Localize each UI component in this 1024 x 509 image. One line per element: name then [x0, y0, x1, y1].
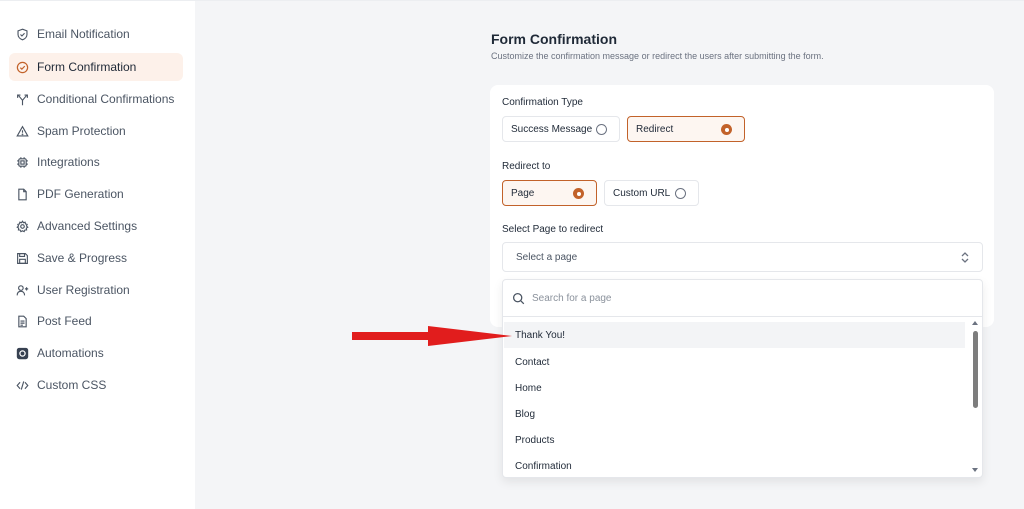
- page-title: Form Confirmation: [491, 31, 617, 47]
- sidebar-item-label: Form Confirmation: [37, 60, 137, 74]
- sidebar-item-label: Email Notification: [37, 27, 130, 41]
- page-dropdown: Thank You! Contact Home Blog Products Co…: [502, 279, 983, 478]
- dropdown-option[interactable]: Contact: [504, 349, 965, 375]
- dropdown-option[interactable]: Thank You!: [504, 322, 965, 348]
- sidebar-item-label: Conditional Confirmations: [37, 92, 175, 106]
- dropdown-scrollbar-thumb[interactable]: [973, 331, 978, 408]
- floppy-disk-icon: [16, 252, 29, 265]
- dropdown-option[interactable]: Home: [504, 375, 965, 401]
- gear-icon: [16, 219, 29, 233]
- annotation-arrow-icon: [352, 326, 512, 346]
- shield-check-icon: [16, 28, 29, 41]
- select-placeholder: Select a page: [516, 251, 578, 263]
- user-plus-icon: [16, 284, 29, 297]
- dropdown-search: [503, 280, 982, 317]
- search-input[interactable]: [532, 292, 932, 304]
- automation-icon: [16, 347, 29, 360]
- sidebar-item-user-registration[interactable]: User Registration: [9, 276, 183, 304]
- sidebar-item-label: Integrations: [37, 155, 100, 169]
- sidebar-item-label: Post Feed: [37, 314, 92, 328]
- sidebar-item-save-progress[interactable]: Save & Progress: [9, 244, 183, 272]
- chip-icon: [16, 156, 29, 169]
- split-arrows-icon: [16, 93, 29, 106]
- chevron-up-down-icon: [961, 252, 969, 263]
- sidebar-item-label: User Registration: [37, 283, 130, 297]
- sidebar-item-post-feed[interactable]: Post Feed: [9, 307, 183, 335]
- dropdown-option[interactable]: Products: [504, 427, 965, 453]
- sidebar-item-label: Automations: [37, 346, 104, 360]
- success-message-option[interactable]: Success Message: [502, 116, 620, 142]
- redirect-option[interactable]: Redirect: [627, 116, 745, 142]
- check-circle-icon: [16, 61, 29, 74]
- option-label: Custom URL: [613, 187, 671, 199]
- option-label: Redirect: [636, 123, 674, 135]
- sidebar-item-pdf-generation[interactable]: PDF Generation: [9, 180, 183, 208]
- scroll-up-arrow-icon[interactable]: [972, 321, 978, 325]
- page-option[interactable]: Page: [502, 180, 597, 206]
- radio-button[interactable]: [596, 124, 607, 135]
- code-icon: [16, 379, 29, 392]
- option-label: Success Message: [511, 123, 593, 135]
- sidebar-item-label: Custom CSS: [37, 378, 107, 392]
- sidebar-item-conditional-confirmations[interactable]: Conditional Confirmations: [9, 85, 183, 113]
- redirect-to-label: Redirect to: [502, 161, 551, 172]
- sidebar-item-integrations[interactable]: Integrations: [9, 148, 183, 176]
- confirmation-type-label: Confirmation Type: [502, 97, 583, 108]
- custom-url-option[interactable]: Custom URL: [604, 180, 699, 206]
- sidebar: Email Notification Form Confirmation Con…: [0, 0, 195, 509]
- sidebar-item-label: Advanced Settings: [37, 219, 138, 233]
- sidebar-item-form-confirmation[interactable]: Form Confirmation: [9, 53, 183, 81]
- sidebar-item-email-notification[interactable]: Email Notification: [9, 20, 183, 48]
- select-page-label: Select Page to redirect: [502, 224, 604, 235]
- radio-button[interactable]: [675, 188, 686, 199]
- warning-triangle-icon: [16, 124, 29, 138]
- post-document-icon: [16, 315, 29, 328]
- option-label: Page: [511, 187, 535, 199]
- radio-button-selected[interactable]: [721, 124, 732, 135]
- sidebar-item-custom-css[interactable]: Custom CSS: [9, 371, 183, 399]
- sidebar-item-spam-protection[interactable]: Spam Protection: [9, 117, 183, 145]
- sidebar-item-automations[interactable]: Automations: [9, 339, 183, 367]
- sidebar-item-label: Spam Protection: [37, 124, 126, 138]
- page-subtitle: Customize the confirmation message or re…: [491, 51, 824, 61]
- sidebar-item-label: Save & Progress: [37, 251, 128, 265]
- search-icon: [512, 292, 525, 304]
- sidebar-item-advanced-settings[interactable]: Advanced Settings: [9, 212, 183, 240]
- dropdown-option[interactable]: Confirmation: [504, 453, 965, 477]
- radio-button-selected[interactable]: [573, 188, 584, 199]
- page-select[interactable]: Select a page: [502, 242, 983, 272]
- sidebar-item-label: PDF Generation: [37, 187, 124, 201]
- dropdown-option[interactable]: Blog: [504, 401, 965, 427]
- scroll-down-arrow-icon[interactable]: [972, 468, 978, 472]
- document-icon: [16, 188, 29, 201]
